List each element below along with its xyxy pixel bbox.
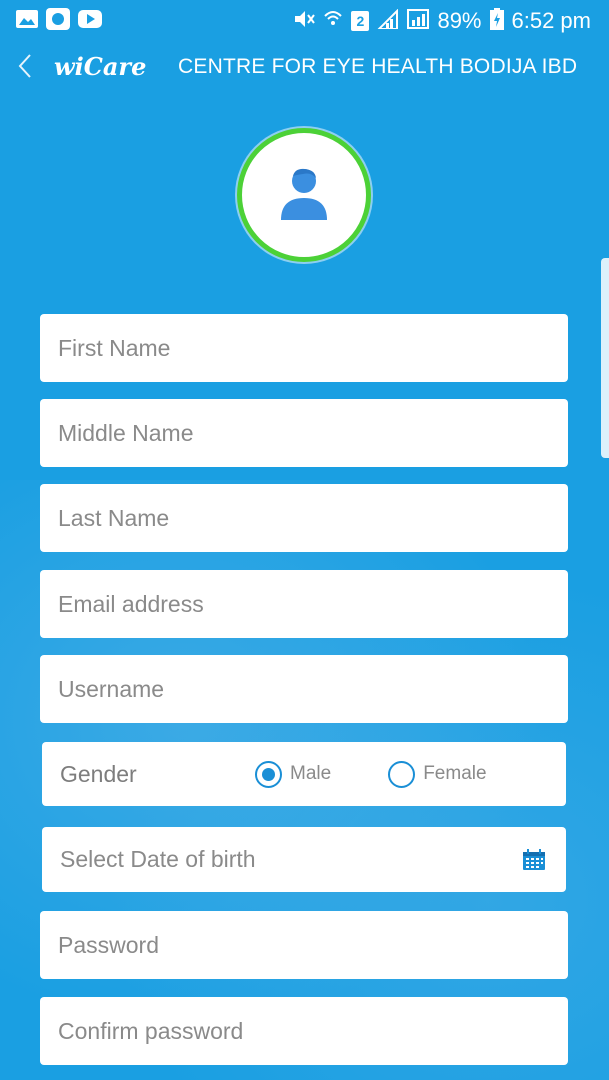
signal-icon bbox=[377, 8, 399, 34]
app-icon bbox=[46, 7, 70, 35]
last-name-field[interactable] bbox=[40, 484, 568, 552]
confirm-password-input[interactable] bbox=[58, 997, 550, 1065]
email-field[interactable] bbox=[40, 570, 568, 638]
email-input[interactable] bbox=[58, 570, 550, 638]
status-bar: 2 89% 6:52 pm bbox=[0, 0, 609, 42]
first-name-field[interactable] bbox=[40, 314, 568, 382]
youtube-icon bbox=[78, 9, 102, 33]
first-name-input[interactable] bbox=[58, 314, 550, 382]
gender-field: Gender Male Female bbox=[42, 742, 566, 806]
brand-logo: wiCare bbox=[54, 52, 147, 81]
gender-label: Gender bbox=[60, 760, 137, 787]
radio-label-female: Female bbox=[423, 763, 487, 784]
last-name-input[interactable] bbox=[58, 484, 550, 552]
middle-name-field[interactable] bbox=[40, 399, 568, 467]
username-field[interactable] bbox=[40, 655, 568, 723]
password-input[interactable] bbox=[58, 911, 550, 979]
username-input[interactable] bbox=[58, 655, 550, 723]
mute-icon bbox=[293, 9, 316, 34]
gender-radio-male[interactable]: Male bbox=[255, 760, 332, 788]
signal-icon-2 bbox=[407, 8, 430, 34]
radio-selected-icon[interactable] bbox=[255, 760, 282, 788]
radio-unselected-icon[interactable] bbox=[388, 760, 416, 788]
app-bar: wiCare CENTRE FOR EYE HEALTH BODIJA IBD bbox=[0, 42, 609, 92]
battery-icon bbox=[489, 7, 504, 35]
scrollbar[interactable] bbox=[601, 258, 609, 458]
wifi-icon bbox=[323, 9, 343, 34]
status-left bbox=[16, 7, 102, 35]
gender-radio-female[interactable]: Female bbox=[388, 760, 487, 788]
battery-percent: 89% bbox=[437, 8, 482, 33]
calendar-icon[interactable] bbox=[522, 848, 548, 871]
middle-name-input[interactable] bbox=[58, 399, 550, 467]
dob-field[interactable] bbox=[42, 827, 566, 892]
back-arrow-icon[interactable] bbox=[12, 50, 38, 82]
status-right: 2 89% 6:52 pm bbox=[293, 7, 592, 35]
sim-badge: 2 bbox=[351, 11, 370, 31]
page-title: CENTRE FOR EYE HEALTH BODIJA IBD bbox=[178, 55, 578, 78]
password-field[interactable] bbox=[40, 911, 568, 979]
clock: 6:52 pm bbox=[511, 8, 592, 33]
profile-photo-picker[interactable] bbox=[237, 128, 371, 262]
confirm-password-field[interactable] bbox=[40, 997, 568, 1065]
dob-input[interactable] bbox=[60, 827, 522, 892]
radio-label-male: Male bbox=[290, 763, 332, 784]
user-avatar-icon bbox=[279, 166, 329, 225]
gallery-icon bbox=[16, 9, 38, 33]
